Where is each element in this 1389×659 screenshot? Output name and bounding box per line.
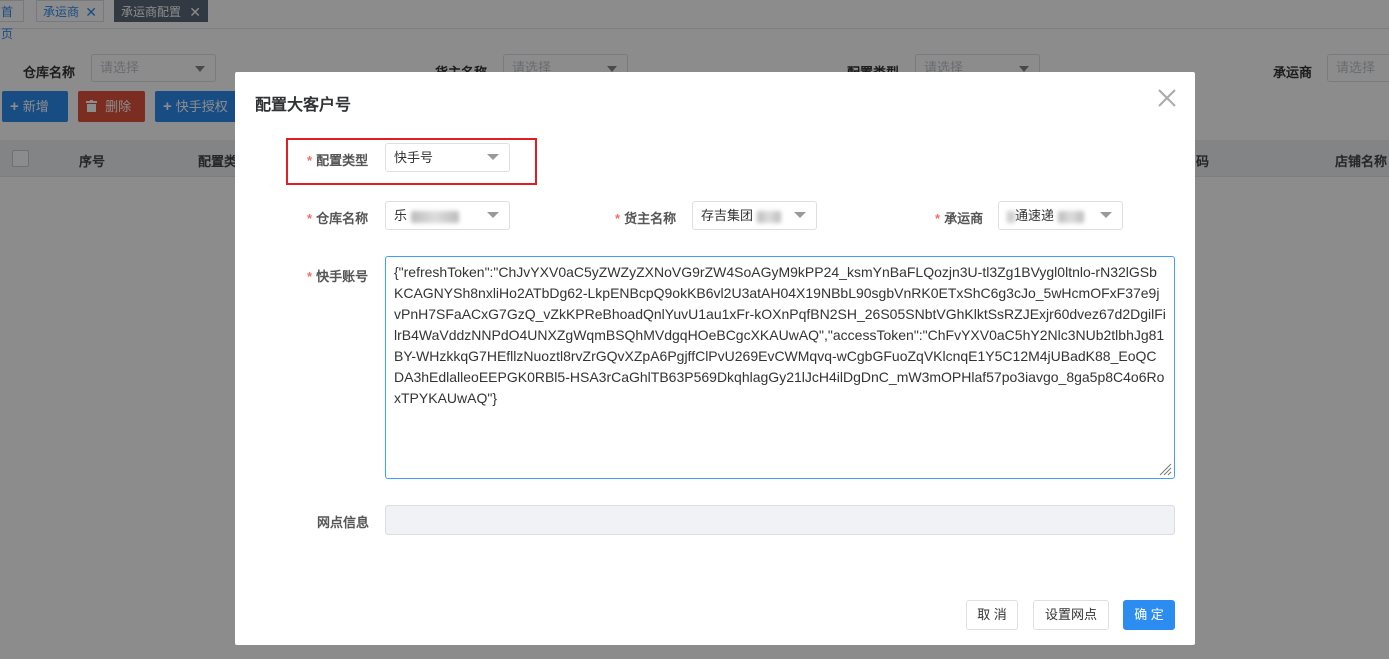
carrier-select[interactable]: 通速递	[998, 201, 1123, 230]
config-type-value: 快手号	[394, 150, 434, 165]
dialog-title: 配置大客户号	[255, 97, 352, 114]
required-mark: *	[307, 211, 313, 226]
carrier-value: 通速递	[1015, 208, 1055, 223]
network-info-label: 网点信息	[317, 515, 370, 530]
owner-label: * 货主名称	[615, 208, 676, 227]
kuaishou-account-textarea[interactable]: {"refreshToken":"ChJvYXV0aC5yZWZyZXNoVG9…	[385, 256, 1175, 479]
chevron-down-icon	[794, 212, 806, 218]
confirm-button[interactable]: 确 定	[1123, 600, 1175, 630]
config-type-label-text: 配置类型	[316, 153, 369, 168]
owner-value: 存吉集团	[701, 208, 754, 223]
network-info-field	[385, 505, 1175, 535]
required-mark: *	[307, 269, 313, 284]
cancel-button[interactable]: 取 消	[966, 600, 1018, 630]
kuaishou-account-value: {"refreshToken":"ChJvYXV0aC5yZWZyZXNoVG9…	[394, 264, 1166, 406]
set-network-button[interactable]: 设置网点	[1033, 600, 1109, 630]
config-type-select[interactable]: 快手号	[385, 143, 510, 172]
resize-handle-icon[interactable]	[1156, 460, 1172, 476]
chevron-down-icon	[487, 154, 499, 160]
config-type-label: * 配置类型	[307, 150, 368, 169]
owner-select[interactable]: 存吉集团	[692, 201, 817, 230]
kuaishou-account-label-text: 快手账号	[316, 269, 369, 284]
owner-label-text: 货主名称	[624, 211, 677, 226]
carrier-label: * 承运商	[935, 208, 983, 227]
redacted-text	[757, 210, 782, 223]
kuaishou-account-label: * 快手账号	[307, 266, 368, 285]
close-icon[interactable]	[1155, 86, 1179, 110]
required-mark: *	[935, 211, 941, 226]
warehouse-label: * 仓库名称	[307, 208, 368, 227]
warehouse-label-text: 仓库名称	[316, 211, 369, 226]
carrier-label-text: 承运商	[944, 211, 984, 226]
config-dialog: 配置大客户号 * 配置类型 快手号 * 仓库名称 乐 * 货主名称 存吉集团 * 承运商…	[235, 72, 1195, 645]
warehouse-value: 乐	[394, 208, 408, 223]
chevron-down-icon	[1100, 212, 1112, 218]
required-mark: *	[307, 153, 313, 168]
redacted-text	[1007, 210, 1015, 223]
required-mark: *	[615, 211, 621, 226]
redacted-text	[1058, 210, 1085, 223]
chevron-down-icon	[487, 212, 499, 218]
warehouse-select[interactable]: 乐	[385, 201, 510, 230]
redacted-text	[411, 210, 460, 223]
